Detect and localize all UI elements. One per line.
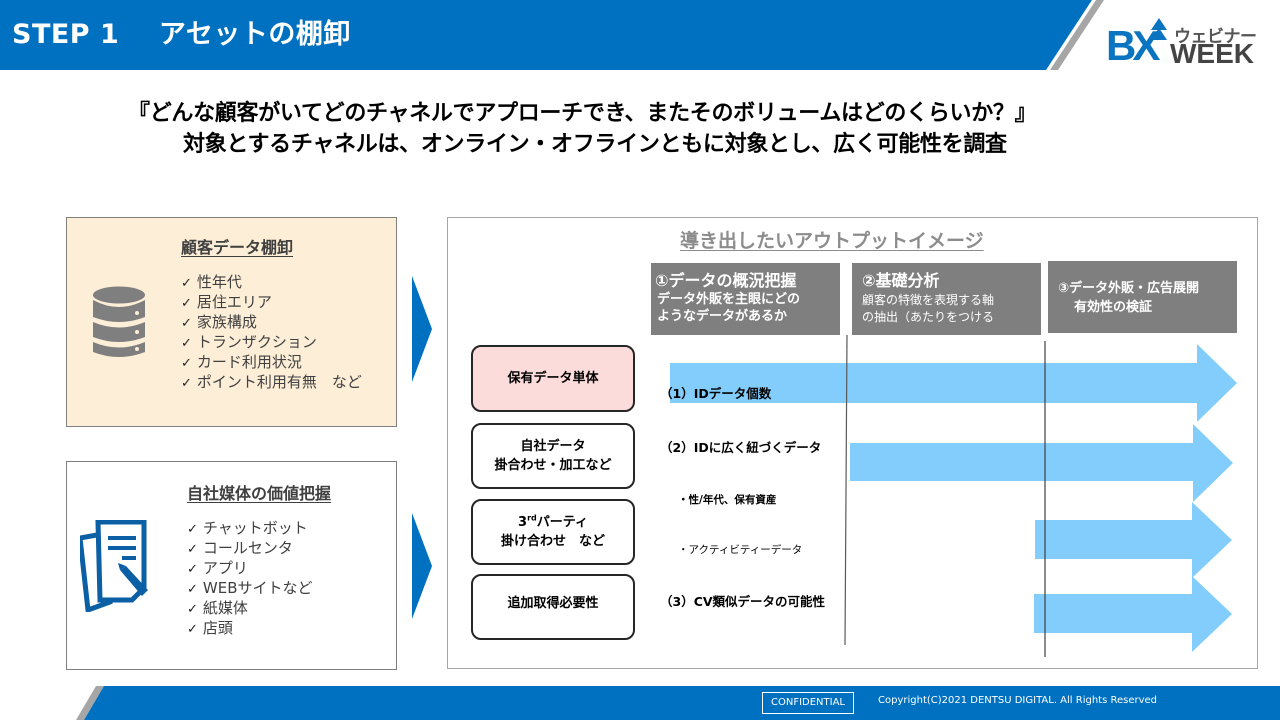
list-item: ✓ チャットボット [187, 519, 308, 537]
list-item: ✓ トランザクション [181, 333, 317, 351]
logo-week: WEEK [1170, 38, 1254, 69]
phase-1-header: ①データの概況把握 データ外販を主眼にどの ようなデータがあるか [651, 263, 840, 335]
chevron-right-icon [412, 513, 432, 619]
list-item: ✓ ポイント利用有無 など [181, 373, 362, 391]
output-image-title: 導き出したいアウトプットイメージ [680, 230, 984, 252]
detail-sub-1: ・性/年代、保有資産 [678, 494, 777, 506]
list-item: ✓ 家族構成 [181, 313, 257, 331]
detail-item-2: （2）IDに広く紐づくデータ [660, 440, 822, 455]
detail-sub-2: ・アクティビティーデータ [678, 544, 803, 556]
list-item: ✓ 性年代 [181, 273, 242, 291]
customer-data-list: ✓ 性年代 ✓ 居住エリア ✓ 家族構成 ✓ トランザクション ✓ カード利用状況 ✓ ポイ… [181, 273, 362, 393]
copyright-text: Copyright(C)2021 DENTSU DIGITAL. All Rig… [878, 695, 1158, 706]
row-owned-data-only: 保有データ単体 [471, 345, 635, 412]
phase-2-desc: 顧客の特徴を表現する軸 の抽出（あたりをつける [862, 293, 995, 324]
document-edit-icon [80, 520, 148, 612]
owned-media-panel: 自社媒体の価値把握 ✓ チャットボット ✓ コールセンタ ✓ アプリ ✓ WEBサイトな… [66, 461, 397, 670]
row-additional-acquisition: 追加取得必要性 [471, 574, 635, 640]
check-icon: ✓ [181, 276, 192, 291]
owned-media-list: ✓ チャットボット ✓ コールセンタ ✓ アプリ ✓ WEBサイトなど ✓ 紙媒体 ✓ 店頭 [187, 519, 313, 639]
row-own-data-combination: 自社データ 掛合わせ・加工など [471, 423, 635, 489]
customer-data-panel: 顧客データ棚卸 ✓ 性年代 ✓ 居住エリア ✓ 家族構成 ✓ トランザクション ✓ カード… [66, 217, 397, 427]
logo-arrow-icon [1151, 18, 1167, 40]
phase-1-desc: データ外販を主眼にどの ようなデータがあるか [657, 292, 801, 324]
bx-week-logo: BX ウェビナー WEEK [1104, 18, 1264, 74]
check-icon: ✓ [187, 542, 198, 557]
list-item: ✓ コールセンタ [187, 539, 293, 557]
headline-scope: 対象とするチャネルは、オンライン・オフラインともに対象とし、広く可能性を調査 [183, 132, 1007, 157]
check-icon: ✓ [181, 296, 192, 311]
phase-3-title: ③データ外販・広告展開 [1058, 281, 1200, 296]
detail-item-3: （3）CV類似データの可能性 [660, 594, 826, 609]
owned-media-title: 自社媒体の価値把握 [187, 484, 332, 503]
check-icon: ✓ [187, 562, 198, 577]
check-icon: ✓ [187, 582, 198, 597]
list-item: ✓ カード利用状況 [181, 353, 302, 371]
chevron-right-icon [412, 276, 432, 382]
detail-item-1: （1）IDデータ個数 [660, 386, 772, 401]
list-item: ✓ 店頭 [187, 619, 233, 637]
check-icon: ✓ [181, 376, 192, 391]
list-item: ✓ 居住エリア [181, 293, 272, 311]
check-icon: ✓ [187, 602, 198, 617]
phase-2-header: ②基礎分析 顧客の特徴を表現する軸 の抽出（あたりをつける [852, 263, 1041, 335]
check-icon: ✓ [187, 522, 198, 537]
check-icon: ✓ [181, 356, 192, 371]
row-third-party-combination: 3rdパーティ 掛け合わせ など [471, 499, 635, 565]
check-icon: ✓ [187, 622, 198, 637]
list-item: ✓ アプリ [187, 559, 248, 577]
list-item: ✓ WEBサイトなど [187, 579, 313, 597]
customer-data-title: 顧客データ棚卸 [181, 238, 294, 257]
page-title: STEP 1 アセットの棚卸 [12, 19, 351, 50]
phase-3-header: ③データ外販・広告展開 有効性の検証 [1048, 261, 1237, 333]
phase-3-desc: 有効性の検証 [1074, 300, 1153, 315]
database-icon [93, 286, 145, 357]
headline-question: 『どんな顧客がいてどのチャネルでアプローチでき、またそのボリュームはどのくらいか… [128, 101, 1037, 126]
check-icon: ✓ [181, 336, 192, 351]
list-item: ✓ 紙媒体 [187, 599, 248, 617]
phase-2-title: ②基礎分析 [862, 271, 940, 290]
confidential-badge: CONFIDENTIAL [762, 692, 854, 714]
check-icon: ✓ [181, 316, 192, 331]
phase-1-title: ①データの概況把握 [655, 271, 797, 290]
header-band: STEP 1 アセットの棚卸 [0, 0, 1280, 70]
phase-1-details: （1）IDデータ個数 （2）IDに広く紐づくデータ ・性/年代、保有資産 ・アク… [660, 349, 825, 629]
